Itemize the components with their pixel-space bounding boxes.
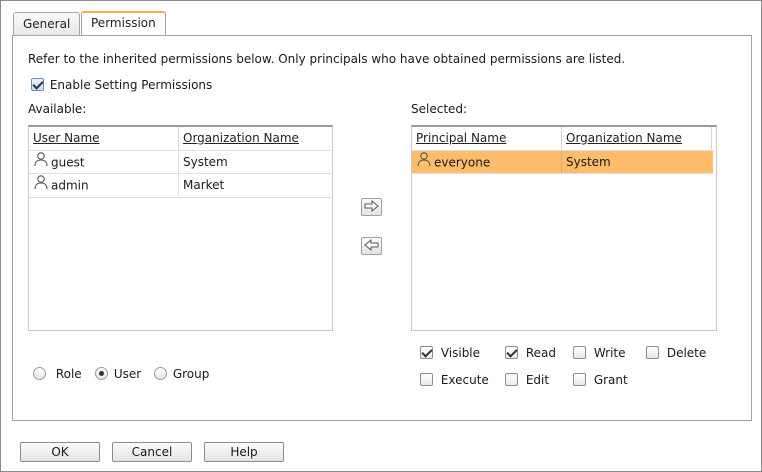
edit-label: Edit — [525, 372, 550, 387]
group-radio[interactable] — [154, 367, 167, 380]
grant-checkbox[interactable] — [573, 373, 586, 386]
visible-checkbox[interactable] — [420, 346, 433, 359]
column-organization-name[interactable]: Organization Name — [562, 127, 712, 150]
organization-name: Market — [183, 178, 225, 192]
read-checkbox[interactable] — [505, 346, 518, 359]
ok-button[interactable]: OK — [20, 442, 100, 462]
permission-grant[interactable]: Grant — [573, 372, 628, 387]
permission-edit[interactable]: Edit — [505, 372, 549, 387]
arrow-right-icon — [364, 199, 379, 215]
tab-general[interactable]: General — [13, 12, 81, 35]
user-name: admin — [51, 178, 89, 193]
selected-label: Selected: — [411, 102, 468, 116]
radio-role[interactable]: Role — [33, 366, 82, 381]
list-item[interactable]: admin Market — [29, 174, 331, 198]
permission-dialog: General Permission Refer to the inherite… — [0, 0, 762, 472]
radio-user[interactable]: User — [95, 366, 141, 381]
organization-name: System — [183, 155, 228, 169]
permission-execute[interactable]: Execute — [420, 372, 489, 387]
edit-checkbox[interactable] — [505, 373, 518, 386]
remove-button[interactable] — [361, 237, 382, 255]
execute-checkbox[interactable] — [420, 373, 433, 386]
delete-label: Delete — [666, 345, 707, 360]
role-label: Role — [55, 366, 82, 381]
write-label: Write — [593, 345, 626, 360]
column-organization-name[interactable]: Organization Name — [179, 127, 331, 150]
help-button[interactable]: Help — [204, 442, 284, 462]
role-radio[interactable] — [33, 367, 46, 380]
user-icon — [33, 151, 49, 174]
user-radio[interactable] — [95, 367, 108, 380]
group-label: Group — [172, 366, 210, 381]
selected-list[interactable]: Principal Name Organization Name everyon… — [411, 125, 717, 331]
permission-delete[interactable]: Delete — [646, 345, 706, 360]
principal-name: everyone — [434, 155, 491, 170]
enable-setting-permissions[interactable]: Enable Setting Permissions — [31, 77, 212, 92]
permission-read[interactable]: Read — [505, 345, 556, 360]
write-checkbox[interactable] — [573, 346, 586, 359]
execute-label: Execute — [440, 372, 489, 387]
permission-write[interactable]: Write — [573, 345, 626, 360]
user-icon — [33, 174, 49, 197]
available-list[interactable]: User Name Organization Name guest System… — [28, 125, 333, 331]
cancel-button[interactable]: Cancel — [112, 442, 192, 462]
permission-visible[interactable]: Visible — [420, 345, 480, 360]
user-name: guest — [51, 155, 85, 170]
read-label: Read — [525, 345, 556, 360]
organization-name: System — [566, 155, 611, 169]
user-label: User — [113, 366, 142, 381]
description-text: Refer to the inherited permissions below… — [28, 52, 626, 66]
add-button[interactable] — [361, 198, 382, 216]
radio-group[interactable]: Group — [154, 366, 209, 381]
tab-permission[interactable]: Permission — [81, 11, 166, 35]
enable-setting-checkbox[interactable] — [31, 78, 44, 91]
list-item[interactable]: everyone System — [412, 150, 713, 174]
visible-label: Visible — [440, 345, 481, 360]
delete-checkbox[interactable] — [646, 346, 659, 359]
column-principal-name[interactable]: Principal Name — [412, 127, 562, 150]
available-label: Available: — [28, 102, 87, 116]
user-icon — [416, 151, 432, 174]
column-user-name[interactable]: User Name — [29, 127, 179, 150]
grant-label: Grant — [593, 372, 628, 387]
arrow-left-icon — [364, 238, 379, 254]
list-item[interactable]: guest System — [29, 150, 331, 174]
enable-setting-label: Enable Setting Permissions — [49, 77, 213, 92]
permission-panel: Refer to the inherited permissions below… — [12, 35, 752, 421]
